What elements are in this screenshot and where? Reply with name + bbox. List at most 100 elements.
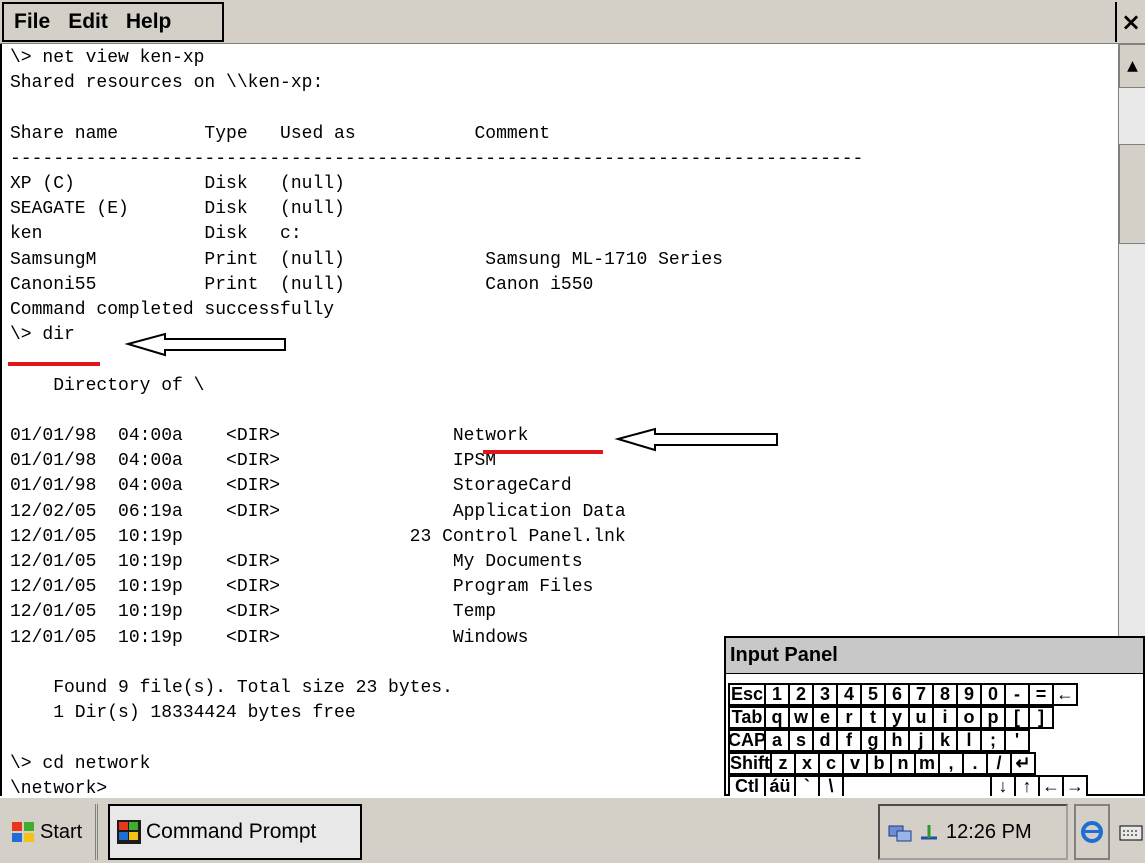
- key-key[interactable]: n: [890, 752, 916, 775]
- scroll-thumb[interactable]: [1119, 144, 1145, 244]
- key-key[interactable]: h: [884, 729, 910, 752]
- key-key[interactable]: 6: [884, 683, 910, 706]
- key-key[interactable]: 0: [980, 683, 1006, 706]
- console-line: 12/01/05 10:19p 23 Control Panel.lnk: [10, 526, 626, 547]
- key-key[interactable]: y: [884, 706, 910, 729]
- key-key[interactable]: 9: [956, 683, 982, 706]
- console-line: 01/01/98 04:00a <DIR> Network: [10, 426, 529, 446]
- key-key[interactable]: b: [866, 752, 892, 775]
- key-key[interactable]: /: [986, 752, 1012, 775]
- internet-explorer-icon[interactable]: [1074, 804, 1110, 860]
- console-line: \> net view ken-xp: [10, 48, 205, 68]
- menu-group: File Edit Help: [2, 2, 224, 42]
- keyboard-row: Esc 1 2 3 4 5 6 7 8 9 0- = ←: [728, 683, 1078, 706]
- menu-edit[interactable]: Edit: [68, 10, 108, 34]
- keyboard-icon[interactable]: [1116, 804, 1145, 860]
- menu-help[interactable]: Help: [126, 10, 172, 34]
- key-key[interactable]: \: [818, 775, 844, 798]
- console-line: \> cd network: [10, 753, 151, 774]
- key-key[interactable]: ': [1004, 729, 1030, 752]
- scroll-up-button[interactable]: ▲: [1119, 44, 1145, 88]
- task-label: Command Prompt: [146, 820, 317, 843]
- console-line: Directory of \: [10, 375, 205, 396]
- key-key[interactable]: x: [794, 752, 820, 775]
- keyboard-row: Shift z x c v b n m,. / ↵: [728, 752, 1036, 775]
- keyboard-row: Tab q w e r t y u i o p[]: [728, 706, 1054, 729]
- start-label: Start: [40, 820, 83, 843]
- console-line: SEAGATE (E) Disk (null): [10, 199, 345, 220]
- taskbar: Start Command Prompt 12:26 PM: [0, 796, 1145, 863]
- key-key[interactable]: u: [908, 706, 934, 729]
- clock[interactable]: 12:26 PM: [946, 821, 1032, 844]
- console-line: 01/01/98 04:00a <DIR> StorageCard: [10, 476, 572, 497]
- menu-file[interactable]: File: [14, 10, 50, 34]
- key-key[interactable]: ←: [1038, 775, 1064, 798]
- key-key[interactable]: v: [842, 752, 868, 775]
- key-key[interactable]: j: [908, 729, 934, 752]
- console-line: ken Disk c:: [10, 224, 302, 245]
- keyboard-row: Ctl áü ` \ ↓ ↑ ← →: [728, 775, 1088, 798]
- key-key[interactable]: áü: [764, 775, 796, 798]
- console-line: \network>: [10, 778, 108, 796]
- key-key[interactable]: ,: [938, 752, 964, 775]
- key-key[interactable]: ←: [1052, 683, 1078, 706]
- key-key[interactable]: ]: [1028, 706, 1054, 729]
- network-underline: [483, 450, 603, 454]
- key-key[interactable]: [: [1004, 706, 1030, 729]
- key-key[interactable]: g: [860, 729, 886, 752]
- key-key[interactable]: `: [794, 775, 820, 798]
- menu-bar: File Edit Help ×: [0, 0, 1145, 44]
- key-key[interactable]: t: [860, 706, 886, 729]
- key-key[interactable]: 8: [932, 683, 958, 706]
- start-button[interactable]: Start: [4, 804, 98, 860]
- key-key[interactable]: 5: [860, 683, 886, 706]
- key-key[interactable]: w: [788, 706, 814, 729]
- key-key[interactable]: e: [812, 706, 838, 729]
- key-key[interactable]: ;: [980, 729, 1006, 752]
- console-line: 1 Dir(s) 18334424 bytes free: [10, 703, 356, 724]
- key-key[interactable]: 4: [836, 683, 862, 706]
- key-key[interactable]: d: [812, 729, 838, 752]
- console-line: 01/01/98 04:00a <DIR> IPSM: [10, 451, 497, 472]
- key-key[interactable]: k: [932, 729, 958, 752]
- key-key[interactable]: p: [980, 706, 1006, 729]
- input-panel-title: Input Panel: [726, 638, 1143, 674]
- key-key[interactable]: c: [818, 752, 844, 775]
- console-line: 12/01/05 10:19p <DIR> My Documents: [10, 552, 583, 572]
- console-line: Canoni55 Print (null) Canon i550: [10, 274, 594, 295]
- key-key[interactable]: Ctl: [728, 775, 766, 798]
- key-key[interactable]: f: [836, 729, 862, 752]
- key-key[interactable]: o: [956, 706, 982, 729]
- key-key[interactable]: =: [1028, 683, 1054, 706]
- key-key[interactable]: Shift: [728, 752, 772, 775]
- key-key[interactable]: .: [962, 752, 988, 775]
- key-key[interactable]: i: [932, 706, 958, 729]
- key-key[interactable]: l: [956, 729, 982, 752]
- key-space[interactable]: [842, 775, 992, 798]
- console-line: 12/01/05 10:19p <DIR> Temp: [10, 602, 497, 623]
- key-key[interactable]: →: [1062, 775, 1088, 798]
- key-key[interactable]: m: [914, 752, 940, 775]
- usb-connection-icon[interactable]: [918, 822, 940, 842]
- key-key[interactable]: ↵: [1010, 752, 1036, 775]
- close-button[interactable]: ×: [1115, 2, 1145, 42]
- key-key[interactable]: ↓: [990, 775, 1016, 798]
- key-key[interactable]: Esc: [728, 683, 766, 706]
- key-key[interactable]: Tab: [728, 706, 766, 729]
- key-key[interactable]: 1: [764, 683, 790, 706]
- network-connection-icon[interactable]: [888, 822, 912, 842]
- task-command-prompt[interactable]: Command Prompt: [108, 804, 362, 860]
- key-key[interactable]: z: [770, 752, 796, 775]
- key-key[interactable]: 3: [812, 683, 838, 706]
- key-key[interactable]: q: [764, 706, 790, 729]
- key-key[interactable]: r: [836, 706, 862, 729]
- key-key[interactable]: 2: [788, 683, 814, 706]
- dir-underline: [8, 362, 100, 366]
- key-key[interactable]: 7: [908, 683, 934, 706]
- key-key[interactable]: a: [764, 729, 790, 752]
- key-key[interactable]: ↑: [1014, 775, 1040, 798]
- key-key[interactable]: CAP: [728, 729, 766, 752]
- input-panel: Input Panel Esc 1 2 3 4 5 6 7 8 9 0- = ← Tab q w e r t y u i o…: [724, 636, 1145, 798]
- key-key[interactable]: -: [1004, 683, 1030, 706]
- key-key[interactable]: s: [788, 729, 814, 752]
